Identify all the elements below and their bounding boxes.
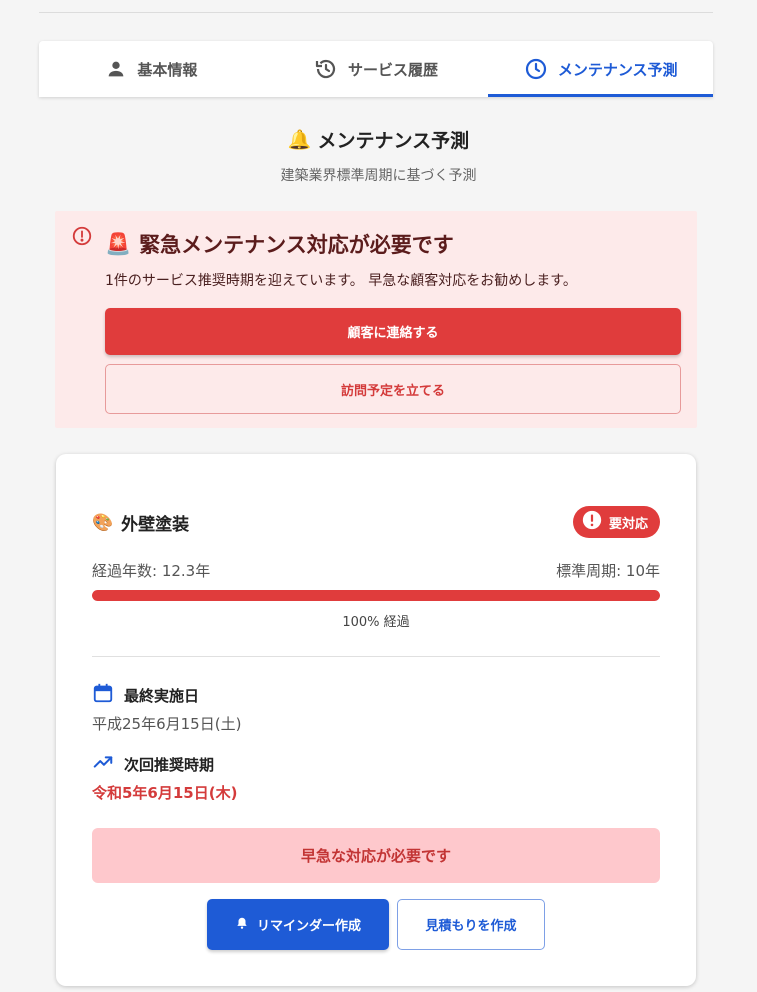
alert-circle-icon [581,509,603,535]
progress-bar [92,590,660,601]
tab-maintenance-forecast[interactable]: メンテナンス予測 [488,41,713,97]
alert-message: 1件のサービス推奨時期を迎えています。 早急な顧客対応をお勧めします。 [105,273,577,289]
tab-basic-info-label: 基本情報 [137,60,198,79]
item-name: 外壁塗装 [121,515,190,535]
section-subtitle: 建築業界標準周期に基づく予測 [280,168,477,184]
emergency-alert: 🚨 緊急メンテナンス対応が必要です 1件のサービス推奨時期を迎えています。 早急… [55,211,697,428]
progress-fill [92,590,660,601]
elapsed-years: 経過年数: 12.3年 [92,562,211,580]
tab-maintenance-forecast-label: メンテナンス予測 [557,60,678,79]
alert-title-text: 緊急メンテナンス対応が必要です [139,233,454,257]
alert-title: 🚨 緊急メンテナンス対応が必要です [105,229,454,259]
error-outline-icon [71,225,93,251]
person-icon [105,58,127,80]
section-title: 🔔 メンテナンス予測 [0,126,757,153]
history-icon [314,57,338,81]
status-badge-text: 要対応 [608,516,648,532]
calendar-icon [92,682,114,708]
section-header: 🔔 メンテナンス予測 建築業界標準周期に基づく予測 [0,126,757,185]
next-date-value: 令和5年6月15日(木) [92,784,238,802]
palette-icon: 🎨 [92,512,114,533]
progress-label: 100% 経過 [342,615,410,630]
contact-customer-button[interactable]: 顧客に連絡する [105,308,681,355]
maintenance-item-card: 🎨 外壁塗装 要対応 経過年数: 12.3年 標準周期: 10年 100% 経過… [56,454,696,986]
next-date-label-text: 次回推奨時期 [124,755,215,774]
top-divider [39,12,713,13]
trending-up-icon [92,751,114,777]
create-reminder-label: リマインダー作成 [256,919,361,934]
status-badge: 要対応 [572,506,660,538]
next-date-label: 次回推奨時期 [92,751,214,777]
last-date-label-text: 最終実施日 [124,686,200,705]
tab-service-history[interactable]: サービス履歴 [264,41,489,97]
section-title-text: メンテナンス予測 [317,130,470,152]
divider [92,656,660,657]
bell-icon [235,915,249,935]
create-estimate-button[interactable]: 見積もりを作成 [397,899,545,950]
clock-icon [524,57,548,81]
last-date-value: 平成25年6月15日(土) [92,715,242,733]
urgent-notice: 早急な対応が必要です [92,828,660,883]
standard-cycle: 標準周期: 10年 [556,562,660,580]
create-reminder-button[interactable]: リマインダー作成 [207,899,389,950]
item-title: 🎨 外壁塗装 [92,510,190,536]
siren-icon: 🚨 [105,231,132,256]
tab-basic-info[interactable]: 基本情報 [39,41,264,97]
schedule-visit-button[interactable]: 訪問予定を立てる [105,364,681,414]
tab-bar: 基本情報 サービス履歴 メンテナンス予測 [39,41,713,97]
tab-service-history-label: サービス履歴 [348,60,439,79]
last-date-label: 最終実施日 [92,682,199,708]
bell-icon: 🔔 [287,129,312,151]
